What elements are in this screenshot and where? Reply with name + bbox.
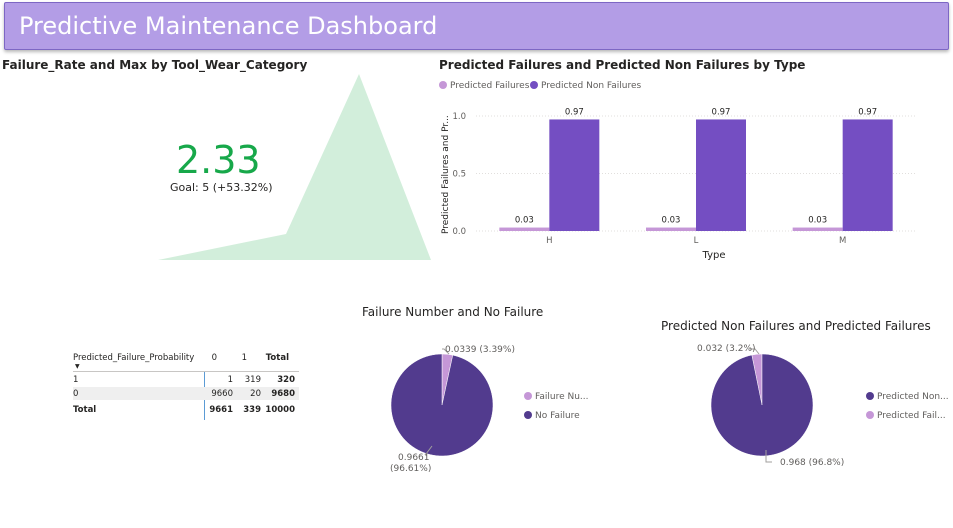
matrix-header-col-0[interactable]: 0 [207,352,217,364]
matrix-cell-total: 9680 [271,389,295,399]
bar-legend-predicted-non-failures[interactable]: Predicted Non Failures [530,81,641,91]
bar-chart-title: Predicted Failures and Predicted Non Fai… [439,58,806,72]
pie1-legend-failure-number[interactable]: Failure Nu... [524,392,589,402]
pie2-title: Predicted Non Failures and Predicted Fai… [661,319,931,333]
matrix-header-col-1[interactable]: 1 [237,352,247,364]
matrix-cell: 1 [227,375,233,385]
bar-legend-label: Predicted Failures [450,81,530,91]
bar-y-tick-label: 0.5 [452,170,466,180]
pie1-small-label: 0.0339 (3.39%) [445,345,515,355]
matrix-row-label: 0 [73,389,79,399]
matrix-row[interactable]: 1 1 319 320 [73,374,299,386]
matrix-grand-total: 10000 [265,405,295,415]
matrix-total-row[interactable]: Total 9661 339 10000 [73,404,299,416]
sort-down-icon[interactable]: ▼ [75,363,80,370]
matrix-row[interactable]: 0 9660 20 9680 [73,388,299,400]
matrix-header-total[interactable]: Total [263,352,289,364]
bar-data-label: 0.97 [712,107,731,117]
pie2-legend-label: Predicted Fail... [877,411,946,421]
matrix-divider [73,371,299,372]
dashboard-banner: Predictive Maintenance Dashboard [4,2,949,50]
pie2-legend-predicted-non-failures[interactable]: Predicted Non... [866,392,949,402]
matrix-total-cell: 339 [243,405,261,415]
bar-L-0[interactable] [646,227,696,231]
bar-y-tick-label: 0.0 [452,227,466,237]
bar-data-label: 0.03 [515,216,534,226]
matrix-cell: 20 [250,389,261,399]
bar-chart[interactable]: Predicted Failures and Pr... Type 0.0 0.5… [436,96,953,266]
bar-legend-label: Predicted Non Failures [541,81,642,91]
pie-slice-1[interactable] [710,353,814,457]
bar-H-1[interactable] [549,119,600,231]
pie1-legend-label: No Failure [535,411,580,421]
legend-dot-icon [866,411,874,419]
bar-L-1[interactable] [696,119,746,231]
bar-x-tick-label: H [546,236,552,246]
bar-M-0[interactable] [792,227,843,231]
matrix-cell: 9660 [211,389,233,399]
legend-dot-icon [530,81,538,89]
bar-x-axis-label: Type [702,250,726,261]
pie1-title: Failure Number and No Failure [362,305,544,319]
bar-x-tick-label: M [839,236,846,246]
matrix-header-label[interactable]: Predicted_Failure_Probability [73,352,194,364]
bar-data-label: 0.97 [565,107,584,117]
matrix-cell-total: 320 [277,375,295,385]
pie2-legend-label: Predicted Non... [877,392,949,402]
bar-y-axis-label: Predicted Failures and Pr... [441,115,451,234]
legend-dot-icon [439,81,447,89]
bar-M-1[interactable] [842,119,893,231]
pie1-large-label: 0.9661 [398,453,430,463]
legend-dot-icon [524,411,532,419]
matrix-total-cell: 9661 [209,405,233,415]
pie1-large-label-pct: (96.61%) [390,464,432,474]
check-icon: ✓ [248,151,259,165]
bar-data-label: 0.97 [858,107,877,117]
bar-y-tick-label: 1.0 [452,112,466,122]
matrix-row-label: 1 [73,375,79,385]
legend-dot-icon [866,392,874,400]
matrix-cell: 319 [244,375,261,385]
bar-H-0[interactable] [499,227,550,231]
pie2-small-label: 0.032 (3.2%) [697,344,756,354]
bar-x-tick-label: L [694,236,699,246]
pie1-legend-label: Failure Nu... [535,392,589,402]
legend-dot-icon [524,392,532,400]
bar-legend-predicted-failures[interactable]: Predicted Failures [439,81,529,91]
bar-data-label: 0.03 [662,216,681,226]
pie-slice-1[interactable] [390,353,494,457]
matrix-header-row: Predicted_Failure_Probability 0 1 Total [73,352,299,364]
pie2-large-label: 0.968 (96.8%) [780,458,845,468]
matrix-total-label: Total [73,405,97,415]
pie1-legend-no-failure[interactable]: No Failure [524,411,580,421]
kpi-goal: Goal: 5 (+53.32%) [170,181,273,194]
dashboard-title: Predictive Maintenance Dashboard [19,12,438,40]
pie2-legend-predicted-failures[interactable]: Predicted Fail... [866,411,946,421]
bar-data-label: 0.03 [808,216,827,226]
